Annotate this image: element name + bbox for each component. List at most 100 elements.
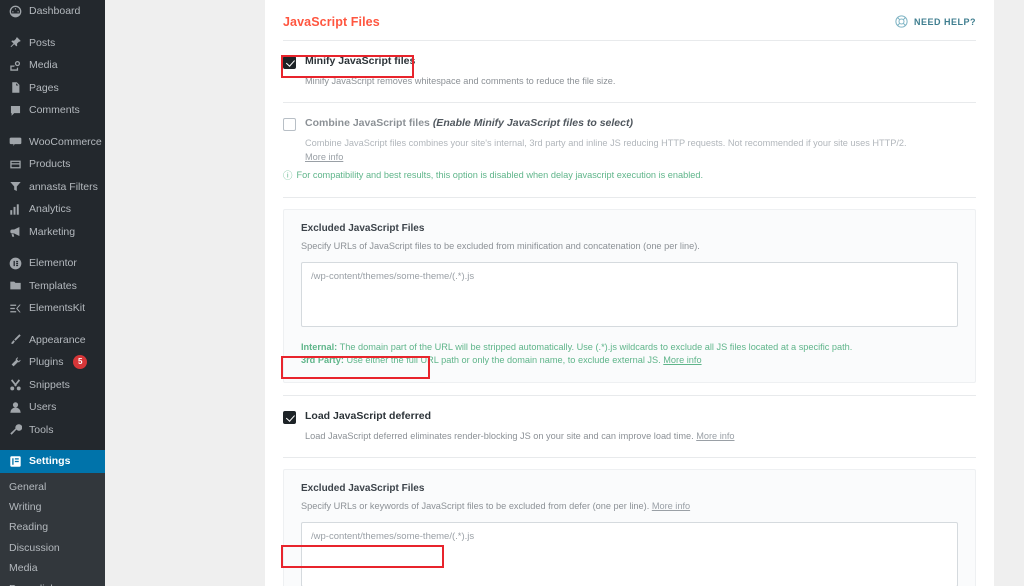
sidebar-item-label: WooCommerce	[29, 135, 102, 148]
sidebar-item-woocommerce[interactable]: WooCommerce	[0, 131, 105, 154]
javascript-files-panel: JavaScript Files NEED HELP? Minify JavaS…	[265, 0, 994, 586]
user-icon	[9, 401, 22, 414]
load-javascript-deferred-checkbox[interactable]	[283, 411, 296, 424]
sidebar-item-label: Appearance	[29, 333, 86, 346]
sidebar-item-tools[interactable]: Tools	[0, 419, 105, 442]
excluded-defer-title: Excluded JavaScript Files	[301, 483, 425, 494]
sidebar-divider	[0, 243, 105, 252]
sidebar-item-label: Users	[29, 401, 57, 414]
sidebar-item-settings[interactable]: Settings	[0, 450, 105, 473]
sidebar-item-pages[interactable]: Pages	[0, 77, 105, 100]
need-help-button[interactable]: NEED HELP?	[894, 14, 976, 29]
sidebar-item-templates[interactable]: Templates	[0, 275, 105, 298]
combine-javascript-description: Combine JavaScript files combines your s…	[305, 136, 976, 164]
need-help-label: NEED HELP?	[913, 16, 976, 27]
excluded-defer-more-info-link[interactable]: More info	[652, 501, 690, 511]
sidebar-item-annasta-filters[interactable]: annasta Filters	[0, 176, 105, 199]
defer-description-text: Load JavaScript deferred eliminates rend…	[305, 431, 694, 441]
excluded-defer-section: Excluded JavaScript Files Specify URLs o…	[283, 469, 976, 586]
sidebar-item-users[interactable]: Users	[0, 396, 105, 419]
sidebar-item-label: Elementor	[29, 257, 77, 270]
submenu-item-general[interactable]: General	[0, 477, 105, 497]
combine-javascript-checkbox[interactable]	[283, 118, 296, 131]
sidebar-item-label: Plugins	[29, 356, 64, 369]
submenu-item-discussion[interactable]: Discussion	[0, 538, 105, 558]
sidebar-divider	[0, 320, 105, 329]
sidebar-item-marketing[interactable]: Marketing	[0, 221, 105, 244]
sidebar-item-comments[interactable]: Comments	[0, 99, 105, 122]
sidebar-item-label: Snippets	[29, 378, 70, 391]
page-icon	[9, 81, 22, 94]
combine-more-info-link[interactable]: More info	[305, 152, 343, 162]
comment-icon	[9, 104, 22, 117]
sidebar-item-label: Dashboard	[29, 5, 81, 18]
excluded-minify-more-info-link[interactable]: More info	[663, 355, 701, 365]
wrench-icon	[9, 423, 22, 436]
note-internal-label: Internal:	[301, 342, 338, 352]
sidebar-item-label: Media	[29, 59, 58, 72]
scissors-icon	[9, 378, 22, 391]
combine-javascript-label-hint: (Enable Minify JavaScript files to selec…	[432, 117, 633, 129]
excluded-minify-section: Excluded JavaScript Files Specify URLs o…	[283, 209, 976, 383]
load-javascript-deferred-label[interactable]: Load JavaScript deferred	[305, 410, 431, 423]
sidebar-item-label: Tools	[29, 423, 54, 436]
minify-javascript-checkbox[interactable]	[283, 56, 296, 69]
settings-submenu: General Writing Reading Discussion Media…	[0, 472, 105, 586]
combine-disabled-notice-text: For compatibility and best results, this…	[296, 170, 704, 180]
excluded-minify-textarea[interactable]	[301, 262, 958, 327]
settings-icon	[9, 455, 22, 468]
sidebar-item-label: Comments	[29, 104, 80, 117]
sidebar-item-label: annasta Filters	[29, 180, 98, 193]
sidebar-item-posts[interactable]: Posts	[0, 32, 105, 55]
products-icon	[9, 158, 22, 171]
info-circle-icon: ⓘ	[283, 171, 293, 182]
option-load-javascript-deferred: Load JavaScript deferred Load JavaScript…	[283, 396, 976, 457]
sidebar-item-media[interactable]: Media	[0, 54, 105, 77]
submenu-item-writing[interactable]: Writing	[0, 497, 105, 517]
sidebar-item-label: Settings	[29, 455, 71, 468]
sidebar-divider	[0, 23, 105, 32]
folder-icon	[9, 279, 22, 292]
minify-javascript-description: Minify JavaScript removes whitespace and…	[305, 76, 616, 86]
excluded-defer-subtitle-text: Specify URLs or keywords of JavaScript f…	[301, 501, 652, 511]
excluded-defer-subtitle: Specify URLs or keywords of JavaScript f…	[301, 499, 958, 513]
load-javascript-deferred-description: Load JavaScript deferred eliminates rend…	[305, 429, 976, 443]
sidebar-divider	[0, 441, 105, 450]
note-internal-text: The domain part of the URL will be strip…	[337, 342, 853, 352]
sidebar-item-plugins[interactable]: Plugins 5	[0, 351, 105, 374]
defer-divider	[283, 457, 976, 458]
sidebar-item-elementor[interactable]: Elementor	[0, 252, 105, 275]
sidebar-item-elementskit[interactable]: ElementsKit	[0, 297, 105, 320]
pin-icon	[9, 36, 22, 49]
combine-disabled-notice: ⓘ For compatibility and best results, th…	[283, 170, 976, 183]
submenu-item-permalinks[interactable]: Permalinks	[0, 578, 105, 586]
funnel-icon	[9, 180, 22, 193]
sidebar-item-products[interactable]: Products	[0, 153, 105, 176]
sidebar-item-appearance[interactable]: Appearance	[0, 329, 105, 352]
submenu-item-reading[interactable]: Reading	[0, 517, 105, 537]
sidebar-item-analytics[interactable]: Analytics	[0, 198, 105, 221]
dashboard-icon	[9, 5, 22, 18]
sidebar-item-label: Pages	[29, 81, 59, 94]
elementor-icon	[9, 257, 22, 270]
woocommerce-icon	[9, 135, 22, 148]
plug-icon	[9, 356, 22, 369]
minify-javascript-label[interactable]: Minify JavaScript files	[305, 55, 415, 68]
sidebar-item-label: ElementsKit	[29, 302, 86, 315]
excluded-defer-textarea[interactable]	[301, 522, 958, 586]
sidebar-item-dashboard[interactable]: Dashboard	[0, 0, 105, 23]
excluded-minify-notes: Internal: The domain part of the URL wil…	[301, 341, 958, 367]
sidebar-item-snippets[interactable]: Snippets	[0, 374, 105, 397]
brush-icon	[9, 333, 22, 346]
elementskit-icon	[9, 302, 22, 315]
defer-more-info-link[interactable]: More info	[696, 431, 734, 441]
admin-sidebar: Dashboard Posts Media Pages Comments Woo…	[0, 0, 105, 586]
sidebar-item-label: Products	[29, 158, 71, 171]
panel-header: JavaScript Files NEED HELP?	[283, 0, 976, 40]
sidebar-divider	[0, 122, 105, 131]
plugins-update-badge: 5	[73, 355, 87, 370]
sidebar-item-label: Marketing	[29, 225, 76, 238]
sidebar-item-label: Analytics	[29, 203, 72, 216]
admin-app: Dashboard Posts Media Pages Comments Woo…	[0, 0, 1024, 586]
submenu-item-media[interactable]: Media	[0, 558, 105, 578]
